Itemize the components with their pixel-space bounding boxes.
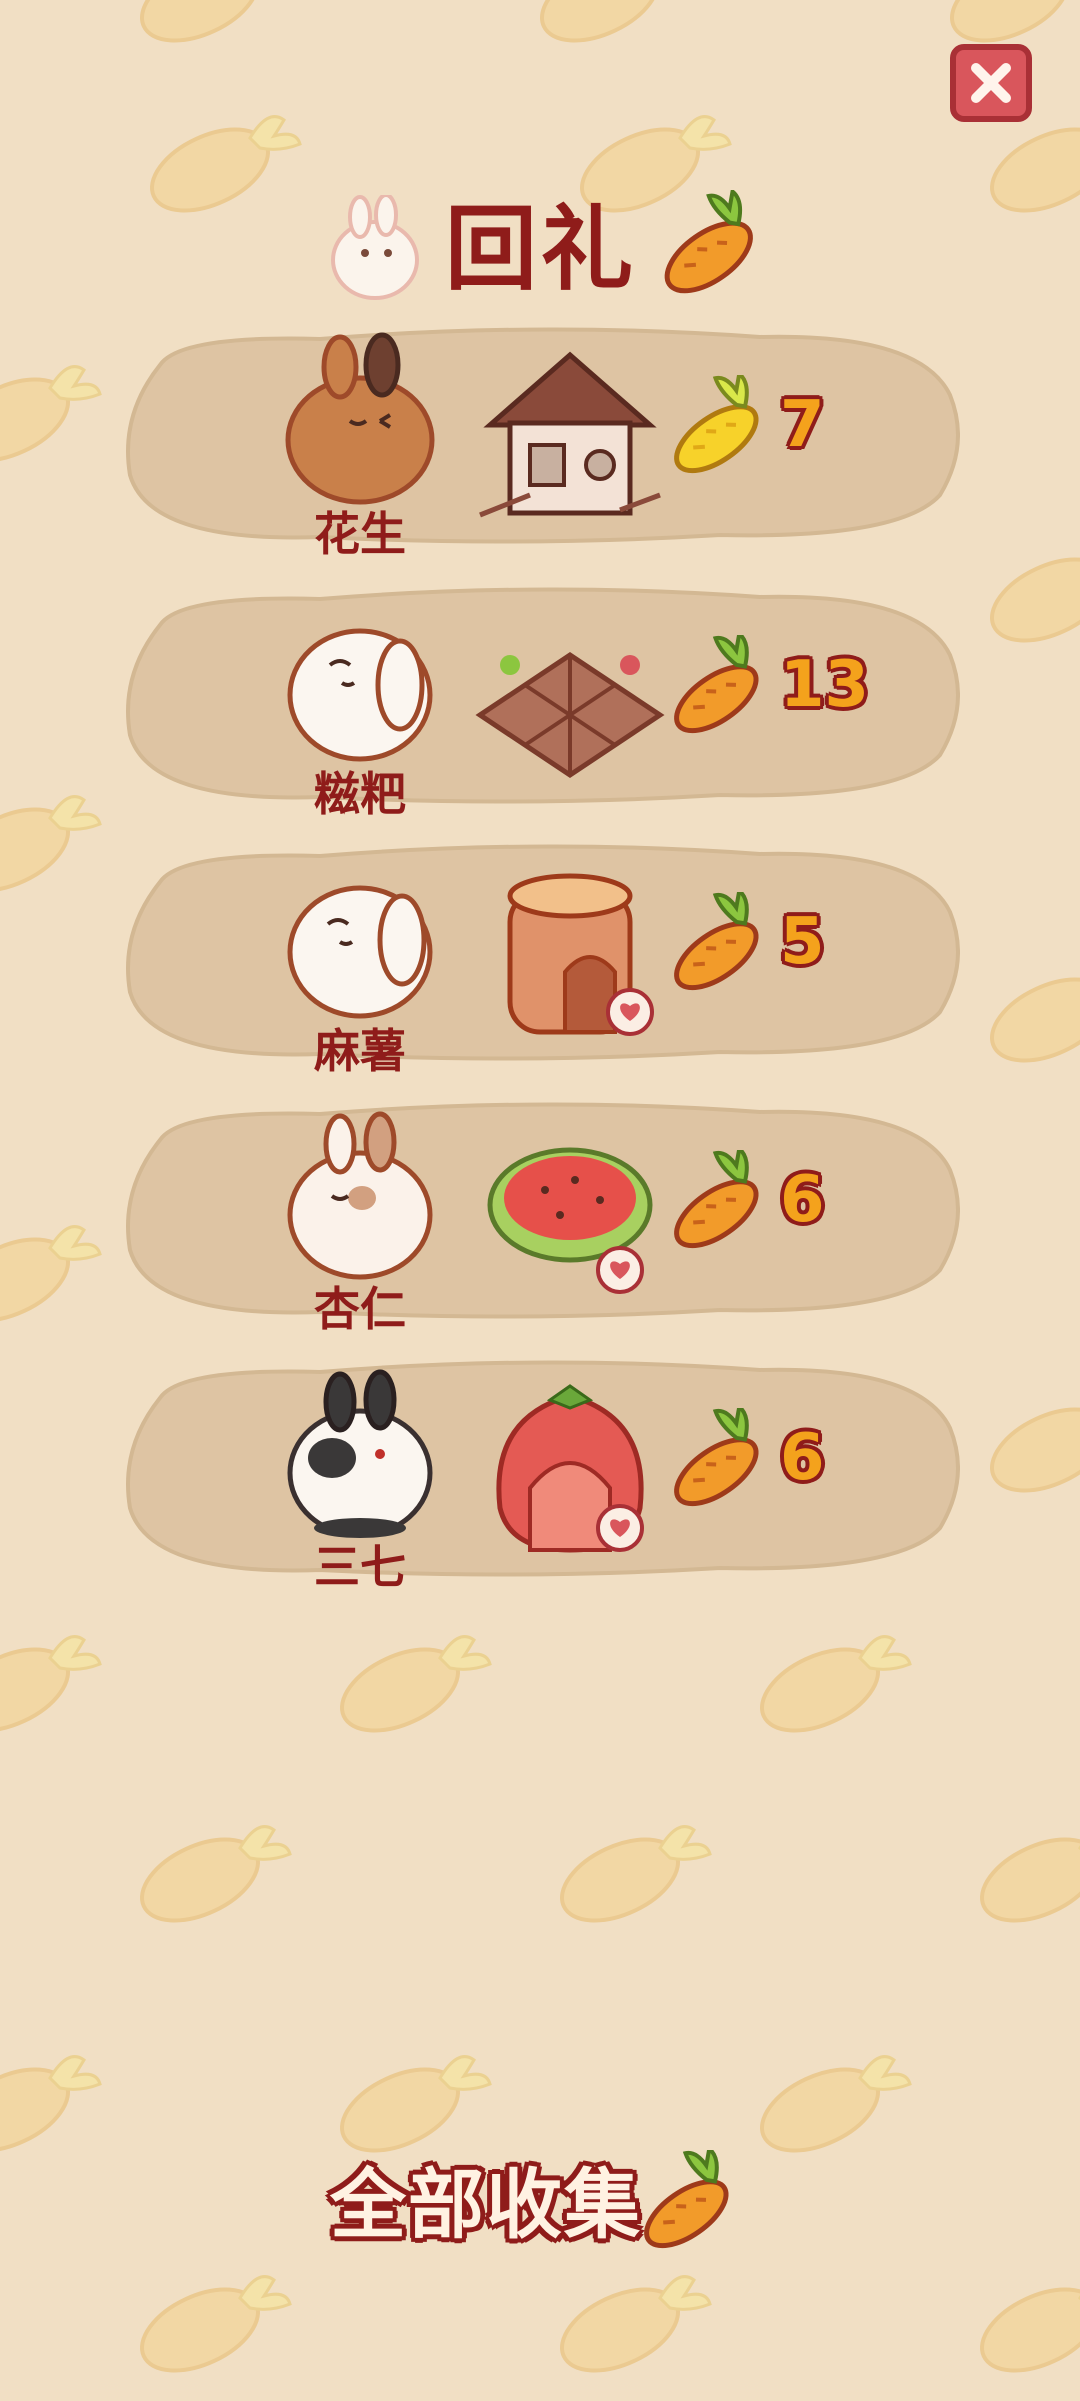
carrot-icon: [630, 2150, 750, 2260]
golden-carrot-icon: [660, 375, 780, 485]
page-title: 回礼: [445, 196, 638, 303]
bunny-name: 三七: [314, 1540, 406, 1594]
wooden-house-icon: [479, 351, 661, 518]
tree-stump-house-icon: [507, 873, 654, 1036]
black-white-bunny-icon: [287, 1369, 433, 1538]
white-lop-bunny-icon: [287, 628, 433, 762]
bunny-name: 杏仁: [314, 1282, 406, 1336]
reward-count: 6: [780, 1163, 825, 1237]
reward-count: 5: [780, 905, 825, 979]
bunny-name: 麻薯: [314, 1024, 406, 1078]
garden-plot-icon: [475, 651, 665, 779]
reward-row: 花生 7: [120, 325, 960, 561]
cream-bunny-icon: [287, 1111, 433, 1280]
reward-row: 三七 6: [120, 1358, 960, 1594]
carrot-icon: [664, 190, 753, 294]
reward-count: 13: [780, 648, 870, 722]
collect-all-label: 全部收集: [330, 2160, 642, 2249]
strawberry-house-icon: [496, 1384, 644, 1553]
collect-all-button[interactable]: 全部收集: [330, 2150, 750, 2260]
close-button[interactable]: [950, 44, 1032, 122]
white-lop-bunny-icon: [287, 885, 433, 1019]
carrot-icon: [660, 1408, 780, 1518]
reward-count: 7: [780, 388, 825, 462]
carrot-icon: [660, 1150, 780, 1260]
carrot-icon: [660, 892, 780, 1002]
reward-row: 麻薯 5: [120, 842, 960, 1078]
white-bunny-icon: [331, 195, 419, 300]
bunny-name: 花生: [314, 507, 406, 561]
title-row: 回礼: [320, 190, 770, 310]
reward-count: 6: [780, 1421, 825, 1495]
bunny-name: 糍粑: [314, 767, 406, 821]
reward-row: 糍粑 13: [120, 585, 960, 821]
close-icon: [971, 63, 1011, 103]
carrot-icon: [660, 635, 780, 745]
brown-bunny-icon: [285, 332, 435, 505]
reward-row: 杏仁 6: [120, 1100, 960, 1336]
watermelon-cushion-icon: [487, 1147, 653, 1294]
